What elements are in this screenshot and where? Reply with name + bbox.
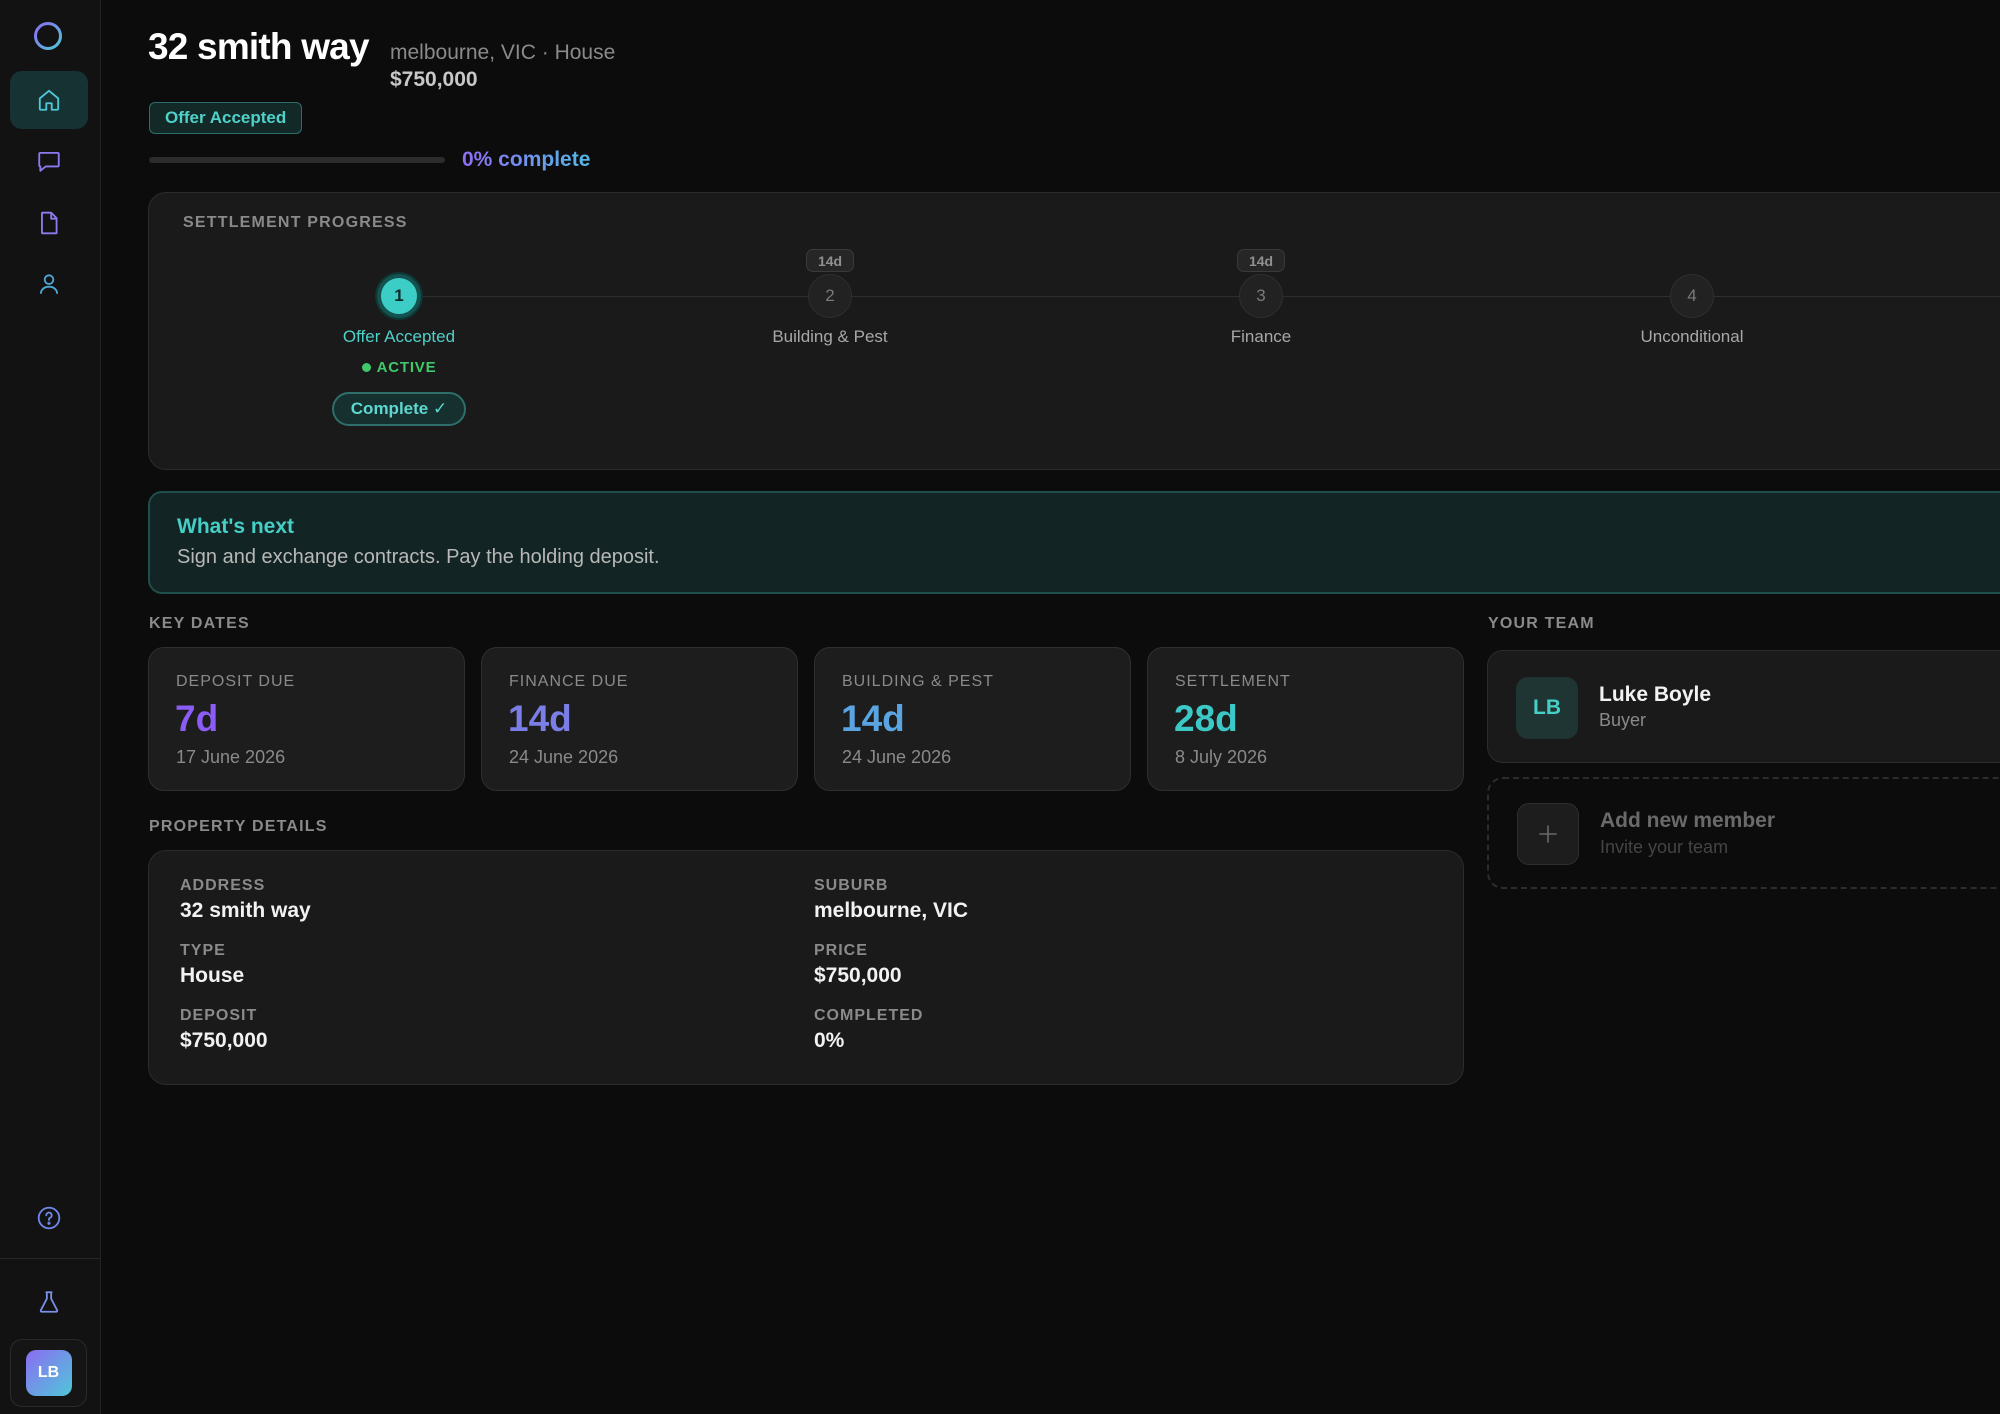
- sidebar: LB: [0, 0, 101, 1414]
- home-icon: [38, 89, 60, 111]
- field-value: 32 smith way: [180, 899, 311, 922]
- field-value: 0%: [814, 1029, 845, 1052]
- add-member-title: Add new member: [1600, 809, 1776, 832]
- step-label: Building & Pest: [772, 327, 888, 346]
- step-finance: 3 Finance: [1141, 274, 1381, 347]
- key-date-date: 8 July 2026: [1175, 747, 1268, 767]
- key-date-card-settlement[interactable]: SETTLEMENT 28d 8 July 2026: [1147, 647, 1464, 791]
- key-date-value: 7d: [175, 698, 219, 739]
- step-unconditional: 4 Unconditional: [1572, 274, 1812, 347]
- whats-next-title: What's next: [177, 515, 295, 538]
- plus-icon: [1539, 825, 1557, 843]
- step-number[interactable]: 3: [1239, 274, 1283, 318]
- sidebar-item-profile[interactable]: [10, 255, 88, 313]
- team-member-card[interactable]: LB Luke Boyle Buyer: [1487, 650, 2000, 763]
- member-name: Luke Boyle: [1599, 683, 1712, 706]
- step-label: Unconditional: [1640, 327, 1744, 346]
- logo-ring-icon[interactable]: [33, 21, 63, 51]
- step-label: Offer Accepted: [342, 327, 456, 346]
- field-label: PRICE: [814, 942, 868, 959]
- step-duration-badge: 14d: [806, 249, 854, 272]
- property-field-deposit: DEPOSIT $750,000: [180, 1007, 268, 1053]
- key-date-title: SETTLEMENT: [1175, 673, 1291, 690]
- sidebar-item-help[interactable]: [10, 1189, 88, 1247]
- whats-next-text: Sign and exchange contracts. Pay the hol…: [177, 546, 660, 568]
- key-date-date: 24 June 2026: [842, 747, 952, 767]
- key-date-card-deposit[interactable]: DEPOSIT DUE 7d 17 June 2026: [148, 647, 465, 791]
- step-status: ACTIVE: [279, 359, 519, 376]
- document-icon: [41, 211, 58, 235]
- property-field-completed: COMPLETED 0%: [814, 1007, 923, 1053]
- field-label: TYPE: [180, 942, 226, 959]
- property-details-card: ADDRESS 32 smith way SUBURB melbourne, V…: [148, 850, 1464, 1085]
- key-date-title: FINANCE DUE: [509, 673, 629, 690]
- step-number[interactable]: 4: [1670, 274, 1714, 318]
- user-icon: [39, 274, 59, 294]
- help-icon: [37, 1206, 61, 1230]
- field-label: COMPLETED: [814, 1007, 924, 1024]
- key-date-value: 28d: [1174, 698, 1238, 739]
- field-value: $750,000: [814, 964, 902, 987]
- page-title: 32 smith way: [148, 26, 370, 67]
- property-details-label: PROPERTY DETAILS: [149, 818, 328, 835]
- member-role: Buyer: [1599, 710, 1647, 730]
- key-date-value: 14d: [508, 698, 572, 739]
- field-value: melbourne, VIC: [814, 899, 969, 922]
- key-date-date: 24 June 2026: [509, 747, 619, 767]
- complete-step-button[interactable]: Complete ✓: [331, 392, 467, 426]
- sidebar-item-documents[interactable]: [10, 194, 88, 252]
- field-value: House: [180, 964, 245, 987]
- field-label: SUBURB: [814, 877, 889, 894]
- key-date-card-finance[interactable]: FINANCE DUE 14d 24 June 2026: [481, 647, 798, 791]
- sidebar-item-labs[interactable]: [10, 1273, 88, 1331]
- key-date-value: 14d: [841, 698, 905, 739]
- step-status-label: ACTIVE: [376, 359, 437, 376]
- add-member-button[interactable]: Add new member Invite your team: [1487, 777, 2000, 889]
- settlement-progress-label: SETTLEMENT PROGRESS: [183, 214, 408, 231]
- key-date-title: BUILDING & PEST: [842, 673, 994, 690]
- your-team-label: YOUR TEAM: [1488, 615, 1595, 632]
- key-date-date: 17 June 2026: [176, 747, 286, 767]
- user-menu[interactable]: LB: [10, 1339, 87, 1407]
- sidebar-item-home[interactable]: [10, 71, 88, 129]
- chat-icon: [38, 151, 60, 172]
- property-subtitle: melbourne, VIC · House: [390, 41, 616, 64]
- progress-bar: [149, 157, 445, 163]
- step-number[interactable]: 2: [808, 274, 852, 318]
- status-badge: Offer Accepted: [149, 102, 303, 134]
- add-member-subtitle: Invite your team: [1600, 837, 1729, 857]
- step-offer-accepted: 1 Offer Accepted ACTIVE Complete ✓: [279, 274, 519, 426]
- field-label: DEPOSIT: [180, 1007, 258, 1024]
- step-duration-badge: 14d: [1237, 249, 1285, 272]
- sidebar-divider: [0, 1258, 101, 1259]
- sidebar-item-messages[interactable]: [10, 132, 88, 190]
- step-label: Finance: [1230, 327, 1292, 346]
- progress-label: 0% complete: [462, 148, 591, 171]
- property-field-price: PRICE $750,000: [814, 942, 902, 988]
- field-label: ADDRESS: [180, 877, 266, 894]
- property-field-type: TYPE House: [180, 942, 244, 988]
- settlement-progress-card: SETTLEMENT PROGRESS 14d 14d 1 Offer Acce…: [148, 192, 2000, 470]
- avatar: LB: [25, 1350, 72, 1396]
- plus-icon-box: [1517, 803, 1579, 865]
- avatar: LB: [1516, 677, 1578, 739]
- property-field-suburb: SUBURB melbourne, VIC: [814, 877, 968, 923]
- field-value: $750,000: [180, 1029, 268, 1052]
- flask-icon: [39, 1291, 59, 1313]
- property-field-address: ADDRESS 32 smith way: [180, 877, 311, 923]
- step-building-pest: 2 Building & Pest: [710, 274, 950, 347]
- key-date-title: DEPOSIT DUE: [176, 673, 296, 690]
- step-number[interactable]: 1: [377, 274, 421, 318]
- status-dot-icon: [361, 363, 371, 372]
- whats-next-banner: What's next Sign and exchange contracts.…: [148, 491, 2000, 594]
- key-dates-label: KEY DATES: [149, 615, 250, 632]
- key-date-card-building-pest[interactable]: BUILDING & PEST 14d 24 June 2026: [814, 647, 1131, 791]
- property-price: $750,000: [390, 68, 478, 91]
